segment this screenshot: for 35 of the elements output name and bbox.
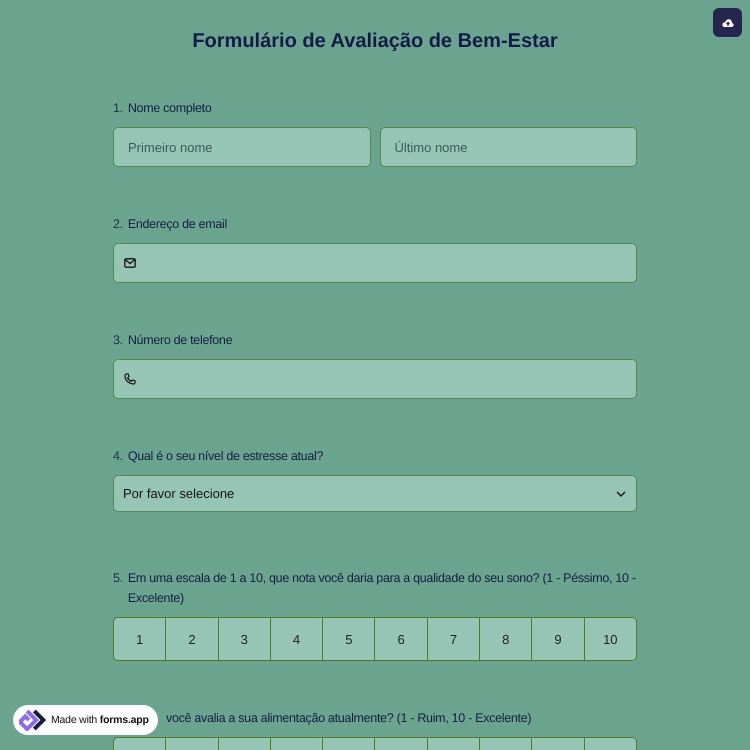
rating-option[interactable]: 8 <box>479 618 532 660</box>
rating-option[interactable]: 9 <box>531 618 584 660</box>
question-number: 1. <box>113 100 123 117</box>
input-field[interactable]: Último nome <box>380 127 637 167</box>
rating-option[interactable]: 3 <box>218 618 270 660</box>
question-label: Nome completo <box>128 100 212 117</box>
question-number: 3. <box>113 332 123 349</box>
made-with-badge[interactable]: Made with forms.app <box>13 705 158 735</box>
rating-option[interactable]: 5 <box>322 618 374 660</box>
rating-option[interactable]: 7 <box>426 618 480 660</box>
rating-option[interactable]: 4 <box>270 618 322 660</box>
rating-option[interactable]: 2 <box>165 618 218 660</box>
question-label: Número de telefone <box>128 332 232 349</box>
envelope-icon <box>124 258 136 268</box>
input-field[interactable]: Primeiro nome <box>113 127 370 167</box>
chevron-down-icon <box>616 490 626 496</box>
question-number: 4. <box>113 448 123 465</box>
question-label: Endereço de email <box>128 216 227 233</box>
email-field[interactable] <box>113 243 637 283</box>
question-label: você avalia a sua alimentação atualmente? (1 - Ruim, 10 - Excelente) <box>166 710 532 727</box>
rating-option[interactable]: 10 <box>584 618 636 660</box>
question-label: Em uma escala de 1 a 10, que nota você daria para a qualidade do seu sono? (1 - Péssimo, 10 - Excelente) <box>128 570 637 607</box>
question-number: 2. <box>113 216 123 233</box>
rating-option[interactable]: 6 <box>374 618 427 660</box>
question-number: 5. <box>113 570 123 587</box>
rating-option[interactable]: 1 <box>114 618 166 660</box>
upload-button[interactable] <box>713 8 742 37</box>
phone-icon <box>124 373 136 385</box>
cloud-upload-icon <box>722 18 734 28</box>
badge-text: Made with forms.app <box>51 714 149 726</box>
phone-field[interactable] <box>113 359 637 399</box>
form-title: Formulário de Avaliação de Bem-Estar <box>192 29 558 53</box>
logo-icon <box>19 709 46 731</box>
select-dropdown[interactable]: Por favor selecione <box>113 475 637 512</box>
question-label: Qual é o seu nível de estresse atual? <box>128 448 324 465</box>
